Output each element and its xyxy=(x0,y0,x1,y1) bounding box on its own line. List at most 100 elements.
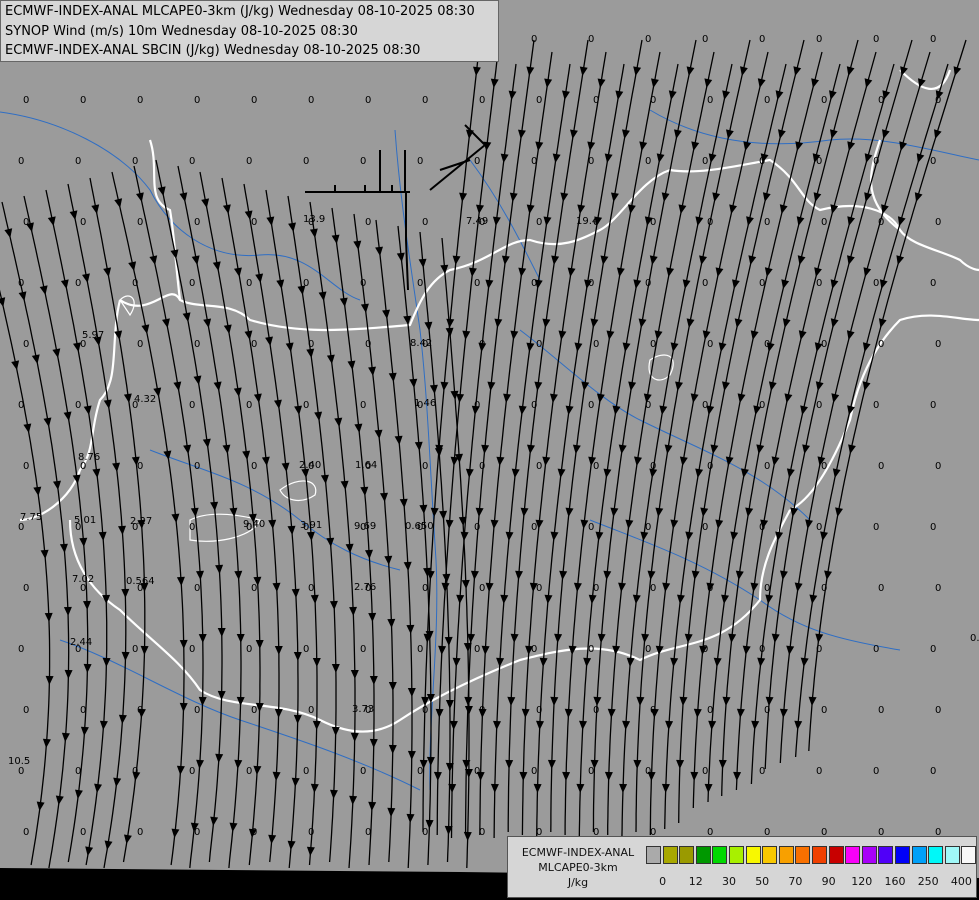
legend-swatch xyxy=(828,846,844,864)
sbcin-value: 0 xyxy=(132,278,138,289)
sbcin-value: 0 xyxy=(930,522,936,533)
sbcin-value: 0 xyxy=(531,400,537,411)
sbcin-value: 0 xyxy=(422,461,428,472)
legend-tick-label: 12 xyxy=(688,875,703,888)
legend-swatch xyxy=(795,846,811,864)
sbcin-value: 0 xyxy=(479,583,485,594)
legend-tick-label: 160 xyxy=(884,875,906,888)
sbcin-value: 0 xyxy=(878,339,884,350)
sbcin-value: 0 xyxy=(422,827,428,838)
sbcin-value: 0 xyxy=(650,583,656,594)
sbcin-value: 0 xyxy=(479,705,485,716)
sbcin-value: 0 xyxy=(588,34,594,45)
sbcin-value: 0 xyxy=(189,522,195,533)
sbcin-value: 0 xyxy=(650,339,656,350)
legend-swatch xyxy=(928,846,944,864)
legend-tick-label: 250 xyxy=(917,875,939,888)
sbcin-value: 0 xyxy=(360,400,366,411)
sbcin-value: 0 xyxy=(935,705,941,716)
sbcin-value: 0 xyxy=(194,827,200,838)
sbcin-value: 0 xyxy=(365,95,371,106)
sbcin-value: 0 xyxy=(536,461,542,472)
sbcin-value: 0 xyxy=(531,522,537,533)
sbcin-value: 0 xyxy=(479,461,485,472)
sbcin-value: 2.76 xyxy=(354,582,376,593)
sbcin-value: 0 xyxy=(189,644,195,655)
sbcin-value: 9.40 xyxy=(243,519,265,530)
sbcin-value: 0 xyxy=(80,827,86,838)
sbcin-value: 0 xyxy=(702,522,708,533)
sbcin-value: 0.564 xyxy=(126,576,155,587)
sbcin-value: 0 xyxy=(137,217,143,228)
sbcin-value: 0 xyxy=(23,217,29,228)
sbcin-value: 0 xyxy=(474,400,480,411)
sbcin-value: 0 xyxy=(930,644,936,655)
sbcin-value: 0 xyxy=(878,95,884,106)
sbcin-value: 5.01 xyxy=(74,515,96,526)
legend-swatch xyxy=(729,846,744,864)
sbcin-value: 0 xyxy=(251,217,257,228)
sbcin-value: 0 xyxy=(707,705,713,716)
sbcin-value: 0 xyxy=(303,644,309,655)
sbcin-value: 0 xyxy=(650,217,656,228)
sbcin-value: 0 xyxy=(23,827,29,838)
sbcin-value: 0 xyxy=(702,278,708,289)
sbcin-value: 0 xyxy=(23,339,29,350)
sbcin-value: 0 xyxy=(645,644,651,655)
sbcin-value: 0 xyxy=(194,705,200,716)
sbcin-value: 0 xyxy=(702,34,708,45)
sbcin-value: 0 xyxy=(873,400,879,411)
sbcin-value: 0 xyxy=(650,705,656,716)
sbcin-value: 0 xyxy=(18,156,24,167)
sbcin-value: 0 xyxy=(479,339,485,350)
sbcin-value: 0 xyxy=(75,278,81,289)
sbcin-value: 0 xyxy=(702,156,708,167)
sbcin-value: 0 xyxy=(194,95,200,106)
map-title-box: ECMWF-INDEX-ANAL MLCAPE0-3km (J/kg) Wedn… xyxy=(0,0,499,62)
sbcin-value: 0 xyxy=(80,705,86,716)
sbcin-value: 0 xyxy=(189,766,195,777)
sbcin-value: 0 xyxy=(821,705,827,716)
sbcin-value: 0 xyxy=(702,644,708,655)
sbcin-value: 0 xyxy=(308,827,314,838)
sbcin-value: 0 xyxy=(23,95,29,106)
sbcin-value: 0 xyxy=(707,95,713,106)
sbcin-value: 0 xyxy=(593,461,599,472)
sbcin-value: 0 xyxy=(246,278,252,289)
sbcin-value: 0 xyxy=(593,705,599,716)
legend-tick-label: 70 xyxy=(788,875,803,888)
sbcin-value: 0 xyxy=(935,217,941,228)
title-line-cin: ECMWF-INDEX-ANAL SBCIN (J/kg) Wednesday … xyxy=(5,43,421,58)
sbcin-value: 0 xyxy=(194,583,200,594)
sbcin-value: 0 xyxy=(194,339,200,350)
legend-swatch xyxy=(646,846,661,864)
sbcin-value: 0 xyxy=(707,583,713,594)
sbcin-value: 0 xyxy=(365,339,371,350)
sbcin-value: 19.4 xyxy=(576,216,598,227)
sbcin-value: 1.64 xyxy=(355,460,377,471)
legend-tick-label: 0 xyxy=(659,875,667,888)
sbcin-value: 0 xyxy=(531,156,537,167)
sbcin-value: 0 xyxy=(18,522,24,533)
sbcin-value: 0 xyxy=(702,766,708,777)
sbcin-value: 0 xyxy=(645,278,651,289)
sbcin-value: 0 xyxy=(588,278,594,289)
sbcin-value: 0 xyxy=(650,461,656,472)
sbcin-value: 0 xyxy=(816,34,822,45)
legend-title-line-3: J/kg xyxy=(567,876,589,889)
map-canvas: 0 0 0 0 0 0 0 0 0 0 0 0 0 0 0 0 0 0 0 0 0 0 0 0 0 0 0 0 0 0 0 0 0 0 0 0 0 0 0 0… xyxy=(0,0,979,900)
sbcin-value: 0 xyxy=(821,339,827,350)
sbcin-value: 0 xyxy=(821,461,827,472)
sbcin-value: 0 xyxy=(132,766,138,777)
legend-title-line-1: ECMWF-INDEX-ANAL xyxy=(521,846,635,859)
sbcin-value: 0 xyxy=(417,278,423,289)
legend-swatch xyxy=(662,846,678,864)
sbcin-value: 0 xyxy=(816,522,822,533)
sbcin-value: 0 xyxy=(132,644,138,655)
sbcin-value: 0 xyxy=(251,339,257,350)
title-line-wind: SYNOP Wind (m/s) 10m Wednesday 08-10-202… xyxy=(5,23,358,39)
sbcin-value: 0 xyxy=(80,217,86,228)
sbcin-value: 0 xyxy=(137,705,143,716)
sbcin-value: 0 xyxy=(588,766,594,777)
sbcin-value: 0 xyxy=(479,95,485,106)
